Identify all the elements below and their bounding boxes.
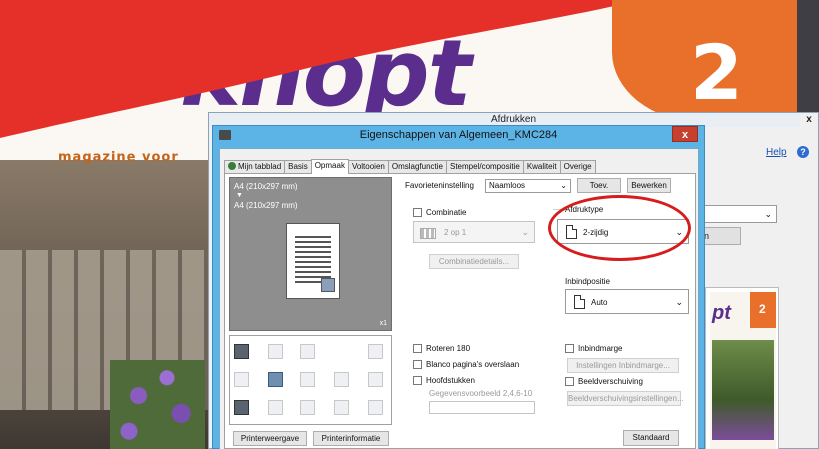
tab-voltooien[interactable]: Voltooien [347,160,389,173]
printer-properties-button[interactable]: n [701,227,741,245]
properties-body: Mijn tabblad Basis Opmaak Voltooien Omsl… [219,148,699,449]
dark-edge-strip [797,0,819,122]
favorites-value: Naamloos [489,181,526,190]
function-icon[interactable] [300,344,315,359]
function-icon[interactable] [368,344,383,359]
combination-value: 2 op 1 [444,228,467,237]
image-shift-settings-button[interactable]: Beeldverschuivingsinstellingen... [567,391,684,406]
arrow-down-icon: ▼ [236,192,243,199]
tab-basis[interactable]: Basis [284,160,312,173]
favorites-select[interactable]: Naamloos ⌄ [485,179,571,193]
tab-label: Mijn tabblad [238,162,282,171]
skip-blank-checkbox[interactable] [413,360,422,369]
duplex-function-icon[interactable] [268,372,283,387]
chapters-input[interactable] [429,401,535,414]
chevron-down-icon: ⌄ [764,209,772,219]
flowers-image [110,360,205,449]
printer-info-button[interactable]: Printerinformatie [313,431,389,446]
output-paper-size: A4 (210x297 mm) [234,201,298,210]
preview-photo [712,340,774,440]
properties-title: Eigenschappen van Algemeen_KMC284 [359,129,558,141]
function-icon[interactable] [300,400,315,415]
chapters-label: Hoofdstukken [426,376,475,385]
help-icon[interactable]: ? [797,146,809,158]
combination-select[interactable]: 2 op 1 ⌄ [413,221,535,243]
rotate-checkbox[interactable] [413,344,422,353]
preview-cover: pt 2 [710,292,776,449]
chevron-down-icon: ⌄ [521,227,529,237]
skip-blank-label: Blanco pagina's overslaan [426,360,520,369]
tab-opmaak[interactable]: Opmaak [310,159,349,174]
printer-view-button[interactable]: Printerweergave [233,431,307,446]
original-paper-size: A4 (210x297 mm) [234,182,298,191]
printer-select[interactable]: ⌄ [701,205,777,223]
combination-checkbox[interactable] [413,208,422,217]
function-icon[interactable] [268,344,283,359]
binding-position-value: Auto [591,298,608,307]
image-shift-checkbox[interactable] [565,377,574,386]
preview-logo: pt [712,302,731,324]
favorites-label: Favorieteninstelling [405,181,474,190]
printer-function-icon[interactable] [234,344,249,359]
tab-mijn-tabblad[interactable]: Mijn tabblad [224,160,286,173]
rotate-label: Roteren 180 [426,344,471,353]
combination-details-button[interactable]: Combinatiedetails... [429,254,519,269]
two-up-icon [420,228,436,239]
binding-position-label: Inbindpositie [565,277,610,286]
print-dialog-title: Afdrukken [490,114,537,125]
print-dialog-close-button[interactable]: x [800,113,818,127]
binding-margin-label: Inbindmarge [578,344,623,353]
properties-close-button[interactable]: x [672,126,698,142]
properties-titlebar: Eigenschappen van Algemeen_KMC284 x [213,126,704,144]
chevron-down-icon: ⌄ [560,181,567,190]
chapters-example: Gegevensvoorbeeld 2,4,6-10 [429,389,533,398]
default-button[interactable]: Standaard [623,430,679,446]
image-block-graphic [321,278,335,292]
binding-margin-checkbox[interactable] [565,344,574,353]
magazine-tagline: magazine voor [58,150,179,165]
printer-icon [219,130,231,140]
binding-margin-settings-button[interactable]: Instellingen Inbindmarge... [567,358,679,373]
help-link[interactable]: Help [766,147,787,158]
edit-favorite-button[interactable]: Bewerken [627,178,671,193]
binding-position-select[interactable]: Auto ⌄ [565,289,689,314]
preview-issue-number: 2 [759,302,766,316]
properties-dialog: Eigenschappen van Algemeen_KMC284 x Mijn… [212,125,705,449]
tab-omslagfunctie[interactable]: Omslagfunctie [387,160,447,173]
image-shift-label: Beeldverschuiving [578,377,643,386]
function-icon[interactable] [234,372,249,387]
function-icon[interactable] [334,400,349,415]
copy-count: x1 [379,320,387,327]
function-icon[interactable] [234,400,249,415]
function-icon[interactable] [300,372,315,387]
layout-preview: A4 (210x297 mm) ▼ A4 (210x297 mm) x1 [229,177,392,331]
document-icon [574,295,585,309]
function-icon[interactable] [368,400,383,415]
function-icon[interactable] [268,400,283,415]
tab-stempel-compositie[interactable]: Stempel/compositie [446,160,524,173]
tab-overige[interactable]: Overige [559,160,596,173]
issue-number: 2 [690,28,743,117]
print-preview: pt 2 [705,287,779,449]
combination-label: Combinatie [426,208,467,217]
page-preview [286,223,340,299]
function-icon[interactable] [368,372,383,387]
tab-kwaliteit[interactable]: Kwaliteit [522,160,561,173]
add-favorite-button[interactable]: Toev. [577,178,621,193]
highlight-circle [548,195,691,261]
tab-bar: Mijn tabblad Basis Opmaak Voltooien Omsl… [224,159,596,174]
function-icon-grid [229,335,392,425]
function-icon[interactable] [334,372,349,387]
chevron-down-icon: ⌄ [675,297,683,307]
chapters-checkbox[interactable] [413,376,422,385]
person-icon [228,162,236,170]
